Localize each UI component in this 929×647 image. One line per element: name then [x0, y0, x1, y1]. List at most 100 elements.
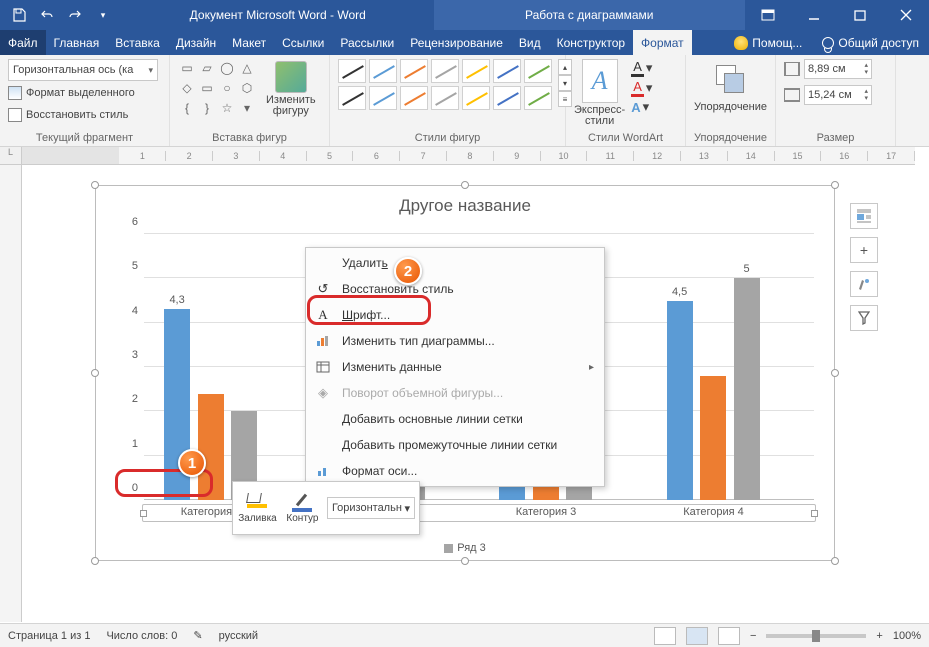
maximize-icon[interactable] — [837, 0, 883, 30]
menu-edit-data[interactable]: Изменить данные▸ — [306, 354, 604, 380]
group-arrange: Упорядочение Упорядочение — [686, 55, 776, 146]
reset-icon: ↺ — [314, 280, 332, 298]
tab-mailings[interactable]: Рассылки — [332, 30, 402, 55]
text-effects-button[interactable]: A▾ — [631, 99, 652, 115]
tab-view[interactable]: Вид — [511, 30, 549, 55]
tab-format[interactable]: Формат — [633, 30, 692, 55]
bar[interactable] — [198, 394, 224, 500]
wordart-express-button[interactable]: A Экспресс- стили — [574, 59, 625, 127]
step-2-badge: 2 — [394, 257, 422, 285]
selection-handle[interactable] — [831, 181, 839, 189]
reset-style-icon — [8, 108, 22, 122]
shapes-gallery[interactable]: ▭▱◯△ ◇▭○⬡ {}☆▾ — [178, 59, 256, 117]
horizontal-ruler[interactable]: 1234567891011121314151617 — [22, 147, 915, 165]
tab-chart-design[interactable]: Конструктор — [549, 30, 633, 55]
wordart-side-buttons: A▾ A▾ A▾ — [631, 59, 652, 115]
view-print-icon[interactable] — [686, 627, 708, 645]
menu-delete[interactable]: Удалить — [306, 250, 604, 276]
tab-insert[interactable]: Вставка — [107, 30, 168, 55]
mini-fill-button[interactable]: Заливка — [237, 493, 278, 524]
save-icon[interactable] — [6, 3, 32, 27]
tell-me-button[interactable]: Помощ... — [724, 30, 812, 55]
chart-title[interactable]: Другое название — [96, 186, 834, 222]
status-bar: Страница 1 из 1 Число слов: 0 ✎ русский … — [0, 623, 929, 647]
bar[interactable]: 4,5 — [667, 301, 693, 501]
selection-handle[interactable] — [91, 181, 99, 189]
group-insert-shapes: ▭▱◯△ ◇▭○⬡ {}☆▾ Изменить фигуру Вставка ф… — [170, 55, 330, 146]
context-menu: Удалить ↺Восстановить стиль AШрифт... Из… — [305, 247, 605, 487]
selection-handle[interactable] — [91, 369, 99, 377]
status-proofing-icon[interactable]: ✎ — [193, 629, 202, 642]
menu-reset-style[interactable]: ↺Восстановить стиль — [306, 276, 604, 302]
chart-styles-icon[interactable] — [850, 271, 878, 297]
group-size: 8,89 см▴▾ 15,24 см▴▾ Размер — [776, 55, 896, 146]
view-read-icon[interactable] — [654, 627, 676, 645]
pen-icon — [292, 493, 312, 511]
chart-element-combo[interactable]: Горизонтальная ось (ка▾ — [8, 59, 158, 81]
tab-references[interactable]: Ссылки — [274, 30, 332, 55]
status-language[interactable]: русский — [219, 630, 258, 642]
tab-home[interactable]: Главная — [46, 30, 108, 55]
bar[interactable] — [700, 376, 726, 500]
vertical-ruler[interactable] — [0, 165, 22, 622]
menu-font[interactable]: AШрифт... — [306, 302, 604, 328]
chart-elements-icon[interactable]: + — [850, 237, 878, 263]
rotate-3d-icon: ◈ — [314, 384, 332, 402]
status-page[interactable]: Страница 1 из 1 — [8, 630, 90, 642]
chart-type-icon — [314, 332, 332, 350]
zoom-thumb[interactable] — [812, 630, 820, 642]
status-word-count[interactable]: Число слов: 0 — [106, 630, 177, 642]
chart-side-buttons: + — [850, 203, 878, 331]
zoom-level[interactable]: 100% — [893, 630, 921, 642]
font-icon: A — [314, 306, 332, 324]
zoom-slider[interactable] — [766, 634, 866, 638]
window-title: Документ Microsoft Word - Word — [122, 8, 434, 22]
menu-change-chart-type[interactable]: Изменить тип диаграммы... — [306, 328, 604, 354]
contextual-tab-title: Работа с диаграммами — [434, 0, 746, 30]
reset-style-button[interactable]: Восстановить стиль — [8, 105, 128, 125]
chart-legend[interactable]: Ряд 3 — [96, 542, 834, 554]
menu-add-minor-gridlines[interactable]: Добавить промежуточные линии сетки — [306, 432, 604, 458]
mini-axis-combo[interactable]: Горизонтальн▾ — [327, 497, 415, 519]
text-fill-button[interactable]: A▾ — [631, 59, 652, 77]
share-label: Общий доступ — [838, 36, 919, 50]
minimize-icon[interactable] — [791, 0, 837, 30]
shape-styles-gallery[interactable] — [338, 59, 552, 110]
tab-file[interactable]: Файл — [0, 30, 46, 55]
height-spinner[interactable]: 8,89 см▴▾ — [784, 59, 872, 79]
layout-options-icon[interactable] — [850, 203, 878, 229]
text-outline-button[interactable]: A▾ — [631, 79, 652, 97]
edit-data-icon — [314, 358, 332, 376]
selection-handle[interactable] — [831, 557, 839, 565]
group-label: Упорядочение — [694, 130, 767, 144]
share-button[interactable]: Общий доступ — [812, 30, 929, 55]
selection-handle[interactable] — [461, 557, 469, 565]
chart-filters-icon[interactable] — [850, 305, 878, 331]
format-selection-button[interactable]: Формат выделенного — [8, 83, 135, 103]
redo-icon[interactable] — [62, 3, 88, 27]
tab-layout[interactable]: Макет — [224, 30, 274, 55]
tab-design[interactable]: Дизайн — [168, 30, 224, 55]
zoom-in-button[interactable]: + — [876, 630, 882, 642]
arrange-button[interactable]: Упорядочение — [690, 59, 771, 115]
ribbon-tabs: Файл Главная Вставка Дизайн Макет Ссылки… — [0, 30, 929, 55]
group-wordart-styles: A Экспресс- стили A▾ A▾ A▾ Стили WordArt — [566, 55, 686, 146]
width-spinner[interactable]: 15,24 см▴▾ — [784, 85, 872, 105]
selection-handle[interactable] — [831, 369, 839, 377]
close-icon[interactable] — [883, 0, 929, 30]
tab-review[interactable]: Рецензирование — [402, 30, 511, 55]
zoom-out-button[interactable]: − — [750, 630, 756, 642]
bar[interactable]: 5 — [734, 278, 760, 500]
selection-handle[interactable] — [91, 557, 99, 565]
view-web-icon[interactable] — [718, 627, 740, 645]
qat-more-icon[interactable]: ▾ — [90, 3, 116, 27]
submenu-arrow-icon: ▸ — [589, 362, 594, 373]
group-current-fragment: Горизонтальная ось (ка▾ Формат выделенно… — [0, 55, 170, 146]
selection-handle[interactable] — [461, 181, 469, 189]
undo-icon[interactable] — [34, 3, 60, 27]
mini-outline-button[interactable]: Контур — [282, 493, 323, 524]
change-shape-button[interactable]: Изменить фигуру — [262, 59, 320, 119]
ribbon-display-icon[interactable] — [745, 0, 791, 30]
bucket-icon — [247, 493, 267, 511]
menu-add-major-gridlines[interactable]: Добавить основные линии сетки — [306, 406, 604, 432]
